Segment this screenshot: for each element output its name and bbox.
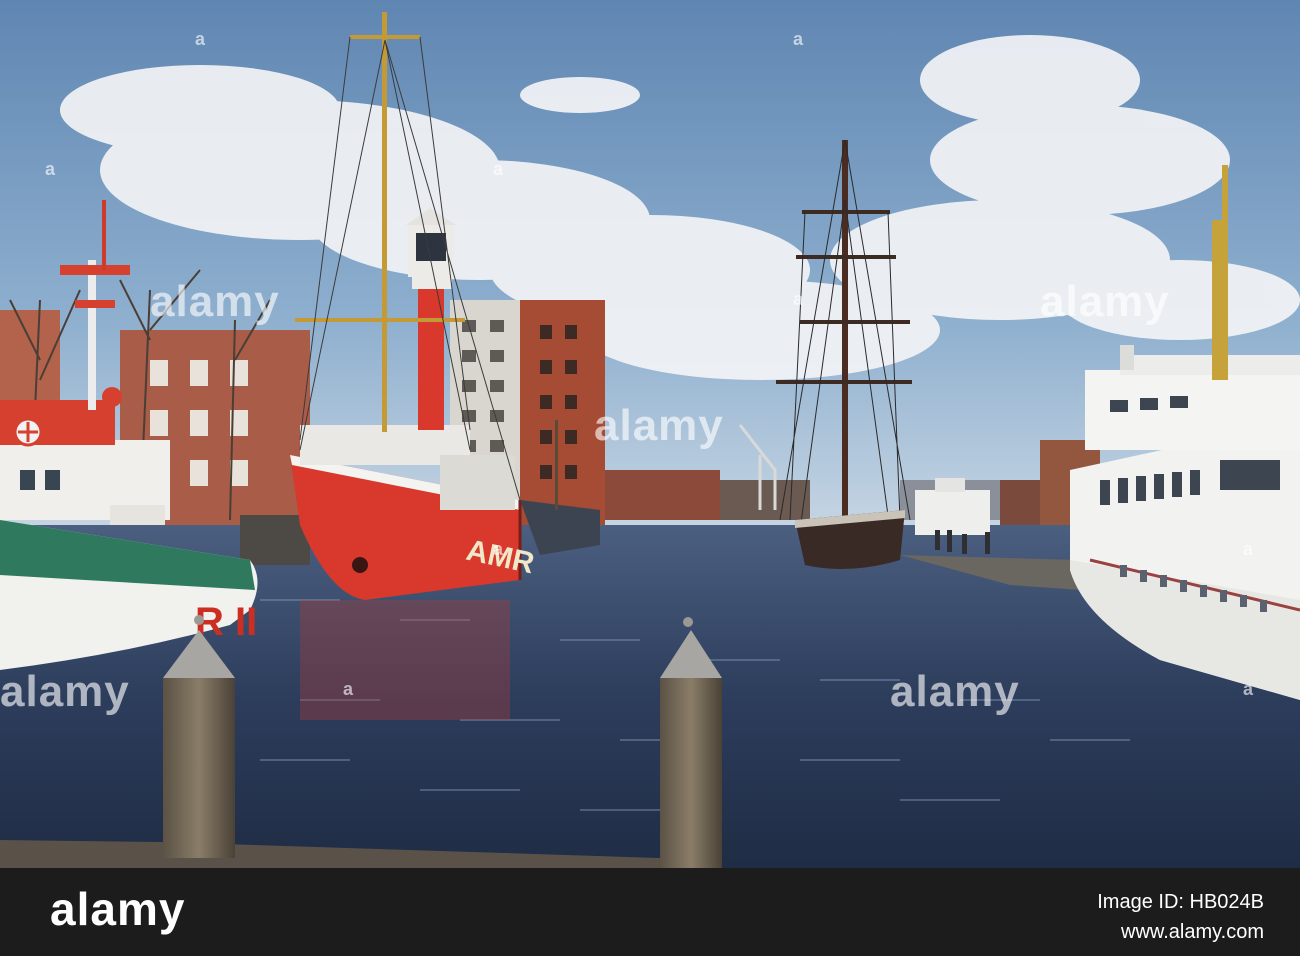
left-quay xyxy=(240,515,310,565)
lightship-reflection xyxy=(300,600,510,720)
watermark: a xyxy=(793,29,805,49)
watermark: alamy xyxy=(0,667,130,716)
watermark: a xyxy=(1243,539,1255,559)
watermark: a xyxy=(793,289,805,309)
watermark: a xyxy=(1243,679,1255,699)
image-id-label: Image ID: HB024B xyxy=(1097,891,1264,913)
watermark: alamy xyxy=(1040,277,1170,326)
stock-photo-frame: R II AMR alamy alamy alamy alamy alamy a… xyxy=(0,0,1300,956)
alamy-logo: alamy xyxy=(50,883,186,935)
watermark: a xyxy=(45,159,57,179)
watermark: a xyxy=(493,159,505,179)
watermark: alamy xyxy=(890,667,1020,716)
watermark: alamy xyxy=(594,401,724,450)
site-url: www.alamy.com xyxy=(1121,921,1264,943)
watermark: a xyxy=(195,29,207,49)
watermark: a xyxy=(493,539,505,559)
harbour-photo: R II AMR alamy alamy alamy alamy alamy a… xyxy=(0,0,1300,868)
watermark: a xyxy=(343,679,355,699)
watermark: alamy xyxy=(150,277,280,326)
